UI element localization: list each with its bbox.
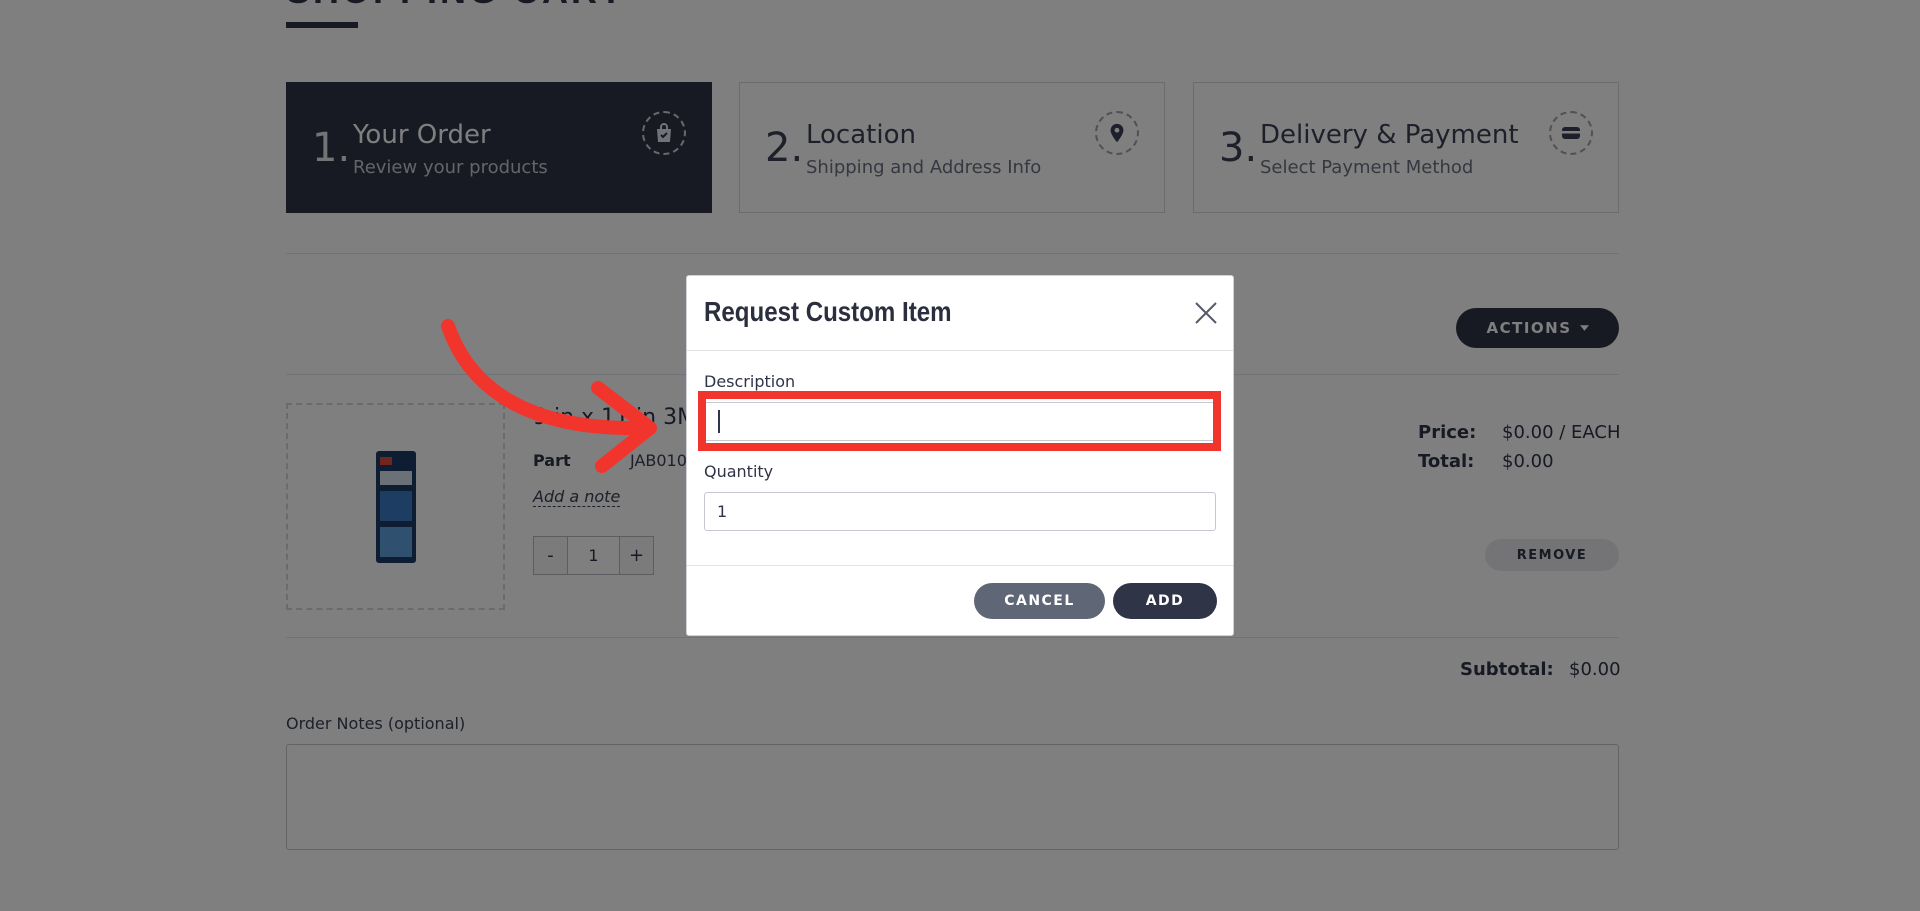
close-icon[interactable] [1193, 300, 1219, 326]
modal-footer-divider [687, 565, 1233, 566]
quantity-label: Quantity [704, 462, 774, 481]
description-label: Description [704, 372, 796, 391]
request-custom-item-modal: Request Custom Item Description Quantity… [686, 275, 1234, 636]
cancel-button[interactable]: CANCEL [974, 583, 1105, 619]
annotation-highlight-box [698, 391, 1221, 451]
quantity-input[interactable] [704, 492, 1216, 531]
modal-header: Request Custom Item [687, 276, 1233, 351]
modal-title: Request Custom Item [704, 296, 952, 327]
add-button[interactable]: ADD [1113, 583, 1217, 619]
